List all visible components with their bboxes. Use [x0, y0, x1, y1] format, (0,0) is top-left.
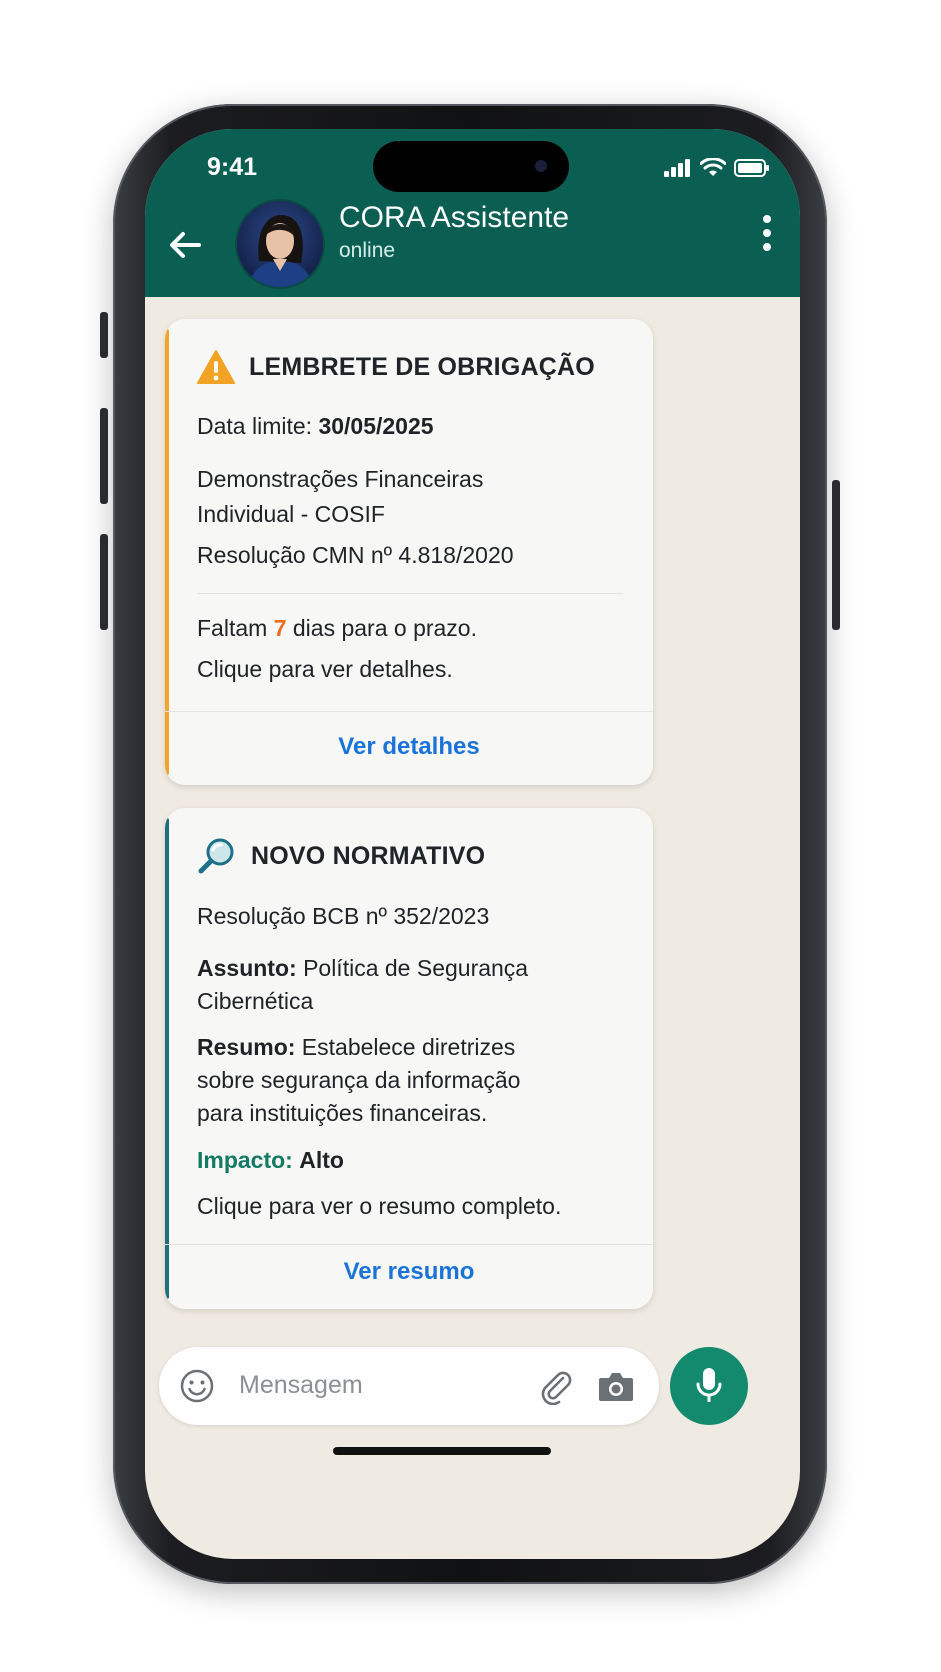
- subject-label: Assunto:: [197, 955, 297, 981]
- deadline-label: Data limite:: [197, 413, 313, 439]
- warning-icon: [197, 350, 235, 384]
- card-header: LEMBRETE DE OBRIGAÇÃO: [197, 349, 595, 385]
- summary-label: Resumo:: [197, 1034, 296, 1060]
- accent-bar: [165, 818, 169, 1299]
- camera-icon[interactable]: [597, 1369, 635, 1403]
- dynamic-island: [373, 141, 569, 192]
- attach-icon[interactable]: [537, 1367, 575, 1405]
- more-vert-icon[interactable]: [760, 215, 774, 255]
- resolution-line: Resolução CMN nº 4.818/2020: [197, 542, 514, 568]
- message-card-reminder[interactable]: LEMBRETE DE OBRIGAÇÃO Data limite: 30/05…: [165, 319, 653, 785]
- card-title: LEMBRETE DE OBRIGAÇÃO: [249, 352, 595, 381]
- chat-area[interactable]: LEMBRETE DE OBRIGAÇÃO Data limite: 30/05…: [145, 297, 800, 1559]
- remaining-prefix: Faltam: [197, 615, 268, 641]
- battery-icon: [734, 159, 769, 177]
- emoji-icon[interactable]: [179, 1368, 215, 1404]
- action-divider: [165, 1244, 653, 1245]
- view-summary-button[interactable]: Ver resumo: [165, 1258, 653, 1286]
- back-arrow-icon[interactable]: [165, 225, 205, 265]
- view-details-button[interactable]: Ver detalhes: [165, 733, 653, 761]
- message-input[interactable]: Mensagem: [239, 1371, 363, 1400]
- hint-line: Clique para ver detalhes.: [197, 656, 453, 682]
- impact-value: Alto: [299, 1147, 344, 1173]
- wifi-icon: [700, 158, 726, 176]
- deadline-value: 30/05/2025: [318, 413, 434, 439]
- mic-icon: [696, 1368, 722, 1402]
- document-line-2: Individual - COSIF: [197, 501, 385, 527]
- summary-line-2: sobre segurança da informação: [197, 1067, 521, 1093]
- phone-screen: 9:41 CORA Assistente online LEMBRETE DE …: [145, 129, 800, 1559]
- card-title: NOVO NORMATIVO: [251, 841, 486, 870]
- summary-line-1: Resumo: Estabelece diretrizes: [197, 1030, 617, 1065]
- subject-line-2: Cibernética: [197, 988, 314, 1014]
- signal-icon: [664, 159, 690, 177]
- magnifier-icon: [198, 838, 234, 874]
- side-button-volume-up: [100, 408, 108, 504]
- hint-line: Clique para ver o resumo completo.: [197, 1193, 562, 1219]
- contact-status: online: [339, 239, 396, 262]
- chat-header: 9:41 CORA Assistente online: [145, 129, 800, 297]
- subject-text: Política de Segurança: [303, 955, 529, 981]
- impact-label: Impacto:: [197, 1147, 293, 1173]
- remaining-days: 7: [273, 615, 287, 641]
- side-button-power: [832, 480, 840, 630]
- subject-line-1: Assunto: Política de Segurança: [197, 951, 617, 986]
- document-line-1: Demonstrações Financeiras: [197, 466, 484, 492]
- divider: [197, 593, 623, 594]
- avatar-portrait: [247, 215, 313, 287]
- home-indicator[interactable]: [333, 1447, 551, 1455]
- side-button-silent: [100, 312, 108, 358]
- remaining-line: Faltam 7 dias para o prazo.: [197, 611, 617, 646]
- mic-button[interactable]: [670, 1347, 748, 1425]
- status-icons: [664, 158, 770, 178]
- remaining-suffix: dias para o prazo.: [292, 615, 477, 641]
- message-card-normative[interactable]: NOVO NORMATIVO Resolução BCB nº 352/2023…: [165, 808, 653, 1309]
- status-time: 9:41: [207, 153, 258, 181]
- avatar[interactable]: [235, 199, 325, 289]
- resolution-line: Resolução BCB nº 352/2023: [197, 903, 490, 929]
- impact-line: Impacto: Alto: [197, 1143, 617, 1178]
- summary-line-3: para instituições financeiras.: [197, 1100, 488, 1126]
- card-header: NOVO NORMATIVO: [197, 836, 485, 876]
- side-button-volume-down: [100, 534, 108, 630]
- deadline-line: Data limite: 30/05/2025: [197, 409, 617, 444]
- action-divider: [165, 711, 653, 712]
- contact-name[interactable]: CORA Assistente: [339, 201, 569, 235]
- accent-bar: [165, 329, 169, 775]
- message-composer[interactable]: Mensagem: [159, 1347, 659, 1425]
- summary-text: Estabelece diretrizes: [301, 1034, 516, 1060]
